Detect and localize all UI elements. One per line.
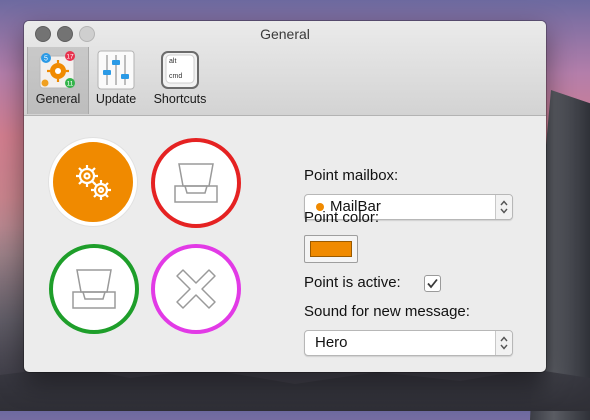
sound-select[interactable]: Hero bbox=[304, 330, 513, 356]
general-pane: Point mailbox: MailBar Point color: Poin… bbox=[24, 116, 546, 372]
window-title: General bbox=[260, 26, 310, 42]
general-settings-icon: 5 17 11 bbox=[38, 50, 78, 90]
sliders-icon bbox=[97, 50, 135, 90]
point-color-label: Point color: bbox=[304, 209, 380, 226]
toolbar-label-shortcuts: Shortcuts bbox=[153, 92, 207, 106]
point-active-label: Point is active: bbox=[304, 274, 401, 291]
gears-icon bbox=[76, 165, 111, 200]
toolbar: General 5 17 11 General Update alt cmd S… bbox=[24, 21, 546, 116]
key-top-label: alt bbox=[169, 58, 176, 65]
chevron-updown-icon bbox=[495, 195, 512, 219]
toolbar-item-general[interactable]: 5 17 11 General bbox=[27, 47, 89, 114]
close-circle-button[interactable] bbox=[151, 244, 241, 334]
inbox-tray-icon bbox=[174, 163, 218, 203]
settings-circle-button[interactable] bbox=[49, 138, 137, 226]
inbox-red-circle-button[interactable] bbox=[151, 138, 241, 228]
preferences-window: General 5 17 11 General Update alt cmd S… bbox=[24, 21, 546, 372]
badge-green: 11 bbox=[67, 81, 74, 88]
point-active-checkbox[interactable] bbox=[424, 275, 441, 292]
point-color-well[interactable] bbox=[304, 235, 358, 263]
key-bottom-label: cmd bbox=[169, 73, 182, 80]
keyboard-key-icon: alt cmd bbox=[160, 50, 200, 90]
toolbar-label-general: General bbox=[35, 92, 81, 106]
chevron-updown-icon bbox=[495, 331, 512, 355]
point-mailbox-label: Point mailbox: bbox=[304, 167, 399, 184]
checkmark-icon bbox=[427, 278, 438, 289]
close-x-icon bbox=[176, 269, 216, 309]
inbox-tray-icon bbox=[72, 269, 116, 309]
badge-red: 17 bbox=[66, 54, 74, 61]
inbox-green-circle-button[interactable] bbox=[49, 244, 139, 334]
toolbar-item-shortcuts[interactable]: alt cmd Shortcuts bbox=[147, 47, 213, 114]
toolbar-label-update: Update bbox=[95, 92, 137, 106]
sound-value: Hero bbox=[315, 334, 348, 351]
toolbar-item-update[interactable]: Update bbox=[90, 47, 142, 114]
color-swatch bbox=[310, 241, 352, 257]
badge-blue: 5 bbox=[44, 56, 48, 63]
sound-label: Sound for new message: bbox=[304, 303, 470, 320]
